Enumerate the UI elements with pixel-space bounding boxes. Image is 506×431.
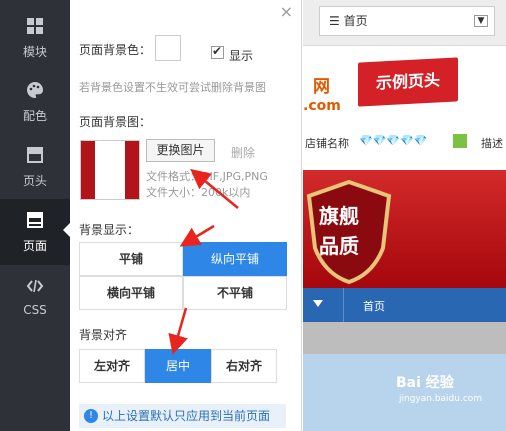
- nav-item-css[interactable]: CSS: [0, 265, 70, 331]
- watermark-url: jingyan.baidu.com: [399, 394, 483, 404]
- watermark: Bai 经验: [396, 375, 454, 391]
- store-name: 店铺名称: [305, 137, 349, 150]
- nav-label: 页头: [22, 174, 47, 188]
- display-option-none[interactable]: 不平铺: [183, 276, 287, 310]
- close-icon[interactable]: ×: [280, 2, 293, 21]
- nav-item-page[interactable]: 页面: [0, 199, 70, 265]
- display-option-vertical[interactable]: 纵向平铺: [183, 242, 287, 276]
- file-format: 文件格式：GIF,JPG,PNG: [146, 170, 268, 183]
- nav-item-modules[interactable]: 模块: [0, 5, 70, 71]
- nav-label: 模块: [22, 45, 47, 59]
- grid-icon: [27, 18, 43, 34]
- info-icon: !: [84, 409, 98, 423]
- nav-home-link[interactable]: 首页: [363, 298, 385, 314]
- page-background-area: [303, 354, 506, 431]
- bg-hint: 若背景色设置不生效可尝试删除背景图: [79, 81, 266, 94]
- header-icon: [27, 147, 43, 163]
- ribbon-banner: 示例页头: [358, 57, 458, 107]
- code-icon: [26, 279, 44, 293]
- show-label: 显示: [229, 49, 254, 63]
- bg-display-label: 背景显示：: [79, 223, 140, 237]
- display-option-tile[interactable]: 平铺: [79, 242, 183, 276]
- page-preview: ☰ 首页 ▼ 网 .com 示例页头 店铺名称 💎💎💎💎💎 描述 旗舰 品质 首…: [303, 0, 506, 431]
- info-text: 以上设置默认只应用到当前页面: [102, 409, 271, 423]
- seal-line-2: 品质: [319, 234, 359, 258]
- diamond-rating-icon: 💎💎💎💎💎: [359, 134, 428, 147]
- store-desc: 描述: [481, 137, 503, 150]
- info-banner: ! 以上设置默认只应用到当前页面: [79, 404, 286, 428]
- bg-image-label: 页面背景图：: [79, 115, 152, 129]
- align-label: 背景对齐: [79, 328, 128, 342]
- palette-icon: [27, 82, 44, 98]
- logo-fragment-domain: .com: [303, 98, 341, 114]
- file-size: 文件大小：200k以内: [146, 186, 251, 199]
- menu-icon: ☰: [329, 14, 344, 28]
- content-strip: [303, 322, 506, 354]
- preview-toolbar: ☰ 首页 ▼: [303, 0, 506, 46]
- store-navbar: 首页: [303, 288, 506, 322]
- nav-item-colors[interactable]: 配色: [0, 69, 70, 135]
- page-select-value: 首页: [343, 14, 368, 28]
- bg-image-thumbnail: [80, 140, 140, 200]
- bg-color-swatch[interactable]: [155, 35, 181, 61]
- align-center[interactable]: 居中: [145, 349, 211, 383]
- page-select[interactable]: ☰ 首页 ▼: [319, 6, 495, 36]
- badge-icon: [453, 134, 467, 148]
- chevron-down-icon: ▼: [474, 15, 488, 27]
- store-bar: 店铺名称 💎💎💎💎💎 描述: [303, 131, 506, 155]
- logo-fragment: 网: [313, 77, 330, 97]
- bg-color-label: 页面背景色：: [79, 43, 152, 57]
- nav-label: 页面: [22, 239, 47, 253]
- dropdown-arrow-icon[interactable]: [313, 300, 323, 307]
- left-nav: 模块 配色 页头 页面 CSS: [0, 0, 70, 431]
- nav-label: CSS: [23, 303, 47, 317]
- seal-line-1: 旗舰: [319, 204, 359, 228]
- change-image-button[interactable]: 更换图片: [146, 139, 215, 162]
- settings-panel: × 页面背景色： 显示 若背景色设置不生效可尝试删除背景图 页面背景图： 更换图…: [70, 0, 302, 431]
- align-left[interactable]: 左对齐: [79, 349, 145, 383]
- display-option-horizontal[interactable]: 横向平铺: [79, 276, 183, 310]
- align-right[interactable]: 右对齐: [211, 349, 277, 383]
- show-checkbox[interactable]: [211, 44, 224, 59]
- nav-label: 配色: [22, 109, 47, 123]
- page-icon: [27, 212, 43, 228]
- nav-item-header[interactable]: 页头: [0, 134, 70, 200]
- delete-link[interactable]: 删除: [231, 144, 255, 161]
